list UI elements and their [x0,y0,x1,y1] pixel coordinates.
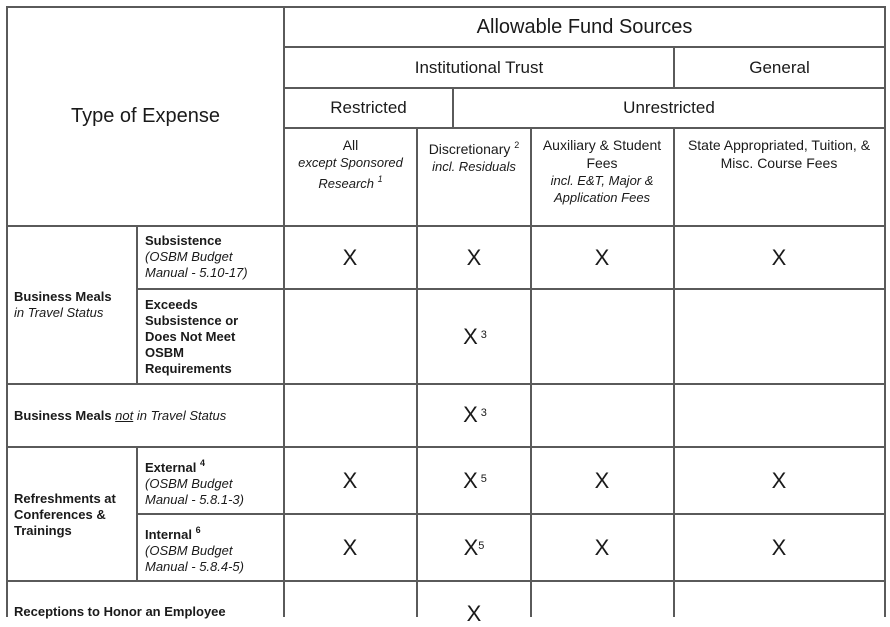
mark-text: X [594,535,610,560]
mark-text: X [463,535,479,560]
mark-text: X [342,245,358,270]
header-institutional-trust: Institutional Trust [285,48,673,87]
footnote-marker: 4 [199,458,205,468]
header-text: Institutional Trust [414,57,544,77]
divider [6,446,886,448]
column-subtitle: incl. E&T, Major & Application Fees [550,173,654,205]
header-unrestricted: Unrestricted [454,89,884,127]
footnote-marker: 2 [514,140,520,150]
divider [416,127,418,617]
category-note: in Travel Status [136,408,227,423]
subtitle-text: except Sponsored Research [298,155,403,191]
mark-cell: X [772,468,787,494]
category-text: Refreshments at Conferences & Trainings [14,491,116,538]
footnote-marker: 1 [377,174,383,184]
footnote-marker: 5 [480,473,487,485]
category-emphasis: not [115,408,134,423]
subrow-note: (OSBM Budget Manual - 5.10-17) [145,249,248,280]
header-text: Type of Expense [71,105,220,127]
title-text: Discretionary [428,141,511,157]
column-subtitle: incl. Residuals [432,159,516,174]
column-subtitle: except Sponsored Research 1 [285,154,416,192]
mark-text: X [594,468,610,493]
column-title: Auxiliary & Student Fees [542,137,662,171]
header-text: Restricted [330,98,407,117]
divider [6,580,886,582]
subrow-note: (OSBM Budget Manual - 5.8.1-3) [145,476,244,507]
category-text: Business Meals [14,408,112,423]
column-title: Discretionary 2 [429,136,520,158]
column-title: All [342,137,359,153]
mark-cell: X5 [464,535,485,561]
mark-cell: X3 [463,324,487,350]
row-label-business-meals-not-travel: Business Meals not in Travel Status [14,408,279,424]
mark-cell: X5 [463,468,487,494]
footnote-marker: 3 [480,329,487,341]
mark-text: X [342,468,358,493]
column-title: State Appropriated, Tuition, & Misc. Cou… [687,137,871,171]
mark-text: X [771,245,787,270]
row-label-receptions: Receptions to Honor an Employee [14,604,279,620]
mark-text: X [594,245,610,270]
mark-cell: X3 [463,402,487,428]
header-general: General [675,48,884,87]
subrow-text: Subsistence [145,233,222,248]
column-header-discretionary: Discretionary 2 incl. Residuals [418,136,530,175]
column-header-auxiliary: Auxiliary & Student Fees incl. E&T, Majo… [540,136,664,206]
mark-cell: X [467,245,482,271]
mark-text: X [463,324,478,349]
divider [284,127,886,129]
header-text: Unrestricted [623,98,715,117]
divider [6,225,886,227]
mark-cell: X [343,468,358,494]
divider [136,225,138,384]
header-type-of-expense: Type of Expense [8,8,283,225]
mark-cell: X [467,601,482,627]
column-header-state-appropriated: State Appropriated, Tuition, & Misc. Cou… [678,136,880,172]
subrow-label-internal: Internal 6 (OSBM Budget Manual - 5.8.4-5… [145,522,275,575]
subrow-label-exceeds-subsistence: Exceeds Subsistence or Does Not Meet OSB… [145,297,270,377]
footnote-marker: 3 [480,407,487,419]
header-text: General [749,57,810,77]
mark-cell: X [595,468,610,494]
mark-text: X [342,535,358,560]
subrow-note: (OSBM Budget Manual - 5.8.4-5) [145,543,244,574]
mark-text: X [463,402,478,427]
header-text: Allowable Fund Sources [476,15,693,38]
mark-cell: X [343,535,358,561]
subrow-label-subsistence: Subsistence (OSBM Budget Manual - 5.10-1… [145,233,275,281]
subrow-text: Internal [145,527,192,542]
mark-text: X [771,468,787,493]
row-label-refreshments: Refreshments at Conferences & Trainings [14,491,134,539]
subrow-text: Exceeds Subsistence or Does Not Meet OSB… [145,297,239,376]
mark-text: X [463,468,478,493]
divider [6,383,886,385]
mark-cell: X [595,535,610,561]
header-allowable-fund-sources: Allowable Fund Sources [285,8,884,46]
footnote-marker: 5 [478,540,485,552]
mark-cell: X [772,535,787,561]
divider [137,513,886,515]
row-label-business-meals-travel: Business Meals in Travel Status [14,289,134,321]
subrow-label-external: External 4 (OSBM Budget Manual - 5.8.1-3… [145,455,275,508]
divider [673,127,675,617]
mark-text: X [771,535,787,560]
mark-cell: X [595,245,610,271]
footnote-marker: 6 [195,525,201,535]
mark-text: X [466,245,482,270]
column-header-all: All except Sponsored Research 1 [285,136,416,192]
subrow-text: External [145,460,197,475]
divider [136,446,138,581]
mark-text: X [466,601,482,626]
divider [530,127,532,617]
mark-cell: X [343,245,358,271]
category-text: Business Meals [14,289,112,304]
category-note: in Travel Status [14,305,104,320]
divider [137,288,886,290]
header-restricted: Restricted [285,89,452,127]
mark-cell: X [772,245,787,271]
table-border-right [884,6,886,617]
